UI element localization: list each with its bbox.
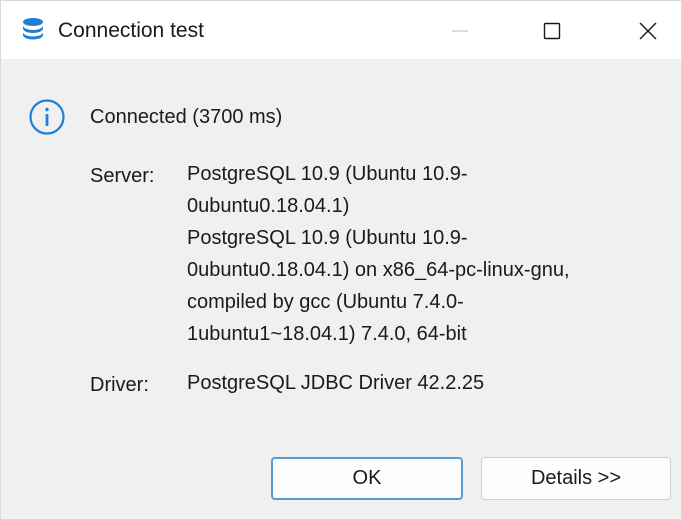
database-icon	[23, 18, 43, 40]
maximize-button[interactable]	[529, 9, 575, 53]
ok-button[interactable]: OK	[271, 457, 463, 500]
minimize-icon	[452, 30, 468, 32]
connection-status-message: Connected (3700 ms)	[90, 106, 283, 128]
details-button[interactable]: Details >>	[481, 457, 671, 500]
server-info-line: PostgreSQL 10.9 (Ubuntu 10.9-	[187, 227, 468, 249]
info-icon	[29, 99, 65, 135]
server-info-line: 0ubuntu0.18.04.1) on x86_64-pc-linux-gnu…	[187, 259, 570, 281]
server-info-line: PostgreSQL 10.9 (Ubuntu 10.9-	[187, 163, 468, 185]
connection-test-dialog: Connection test Connected (3700 ms) Serv…	[0, 0, 682, 520]
server-info-line: 1ubuntu1~18.04.1) 7.4.0, 64-bit	[187, 323, 467, 345]
server-info-line: 0ubuntu0.18.04.1)	[187, 195, 350, 217]
driver-info: PostgreSQL JDBC Driver 42.2.25	[187, 372, 485, 394]
driver-label: Driver:	[90, 374, 149, 396]
window-title: Connection test	[58, 19, 204, 42]
title-bar[interactable]: Connection test	[1, 1, 681, 59]
close-icon	[639, 22, 657, 40]
server-info-line: compiled by gcc (Ubuntu 7.4.0-	[187, 291, 464, 313]
maximize-icon	[543, 22, 561, 40]
close-button[interactable]	[625, 9, 671, 53]
server-info: PostgreSQL 10.9 (Ubuntu 10.9- 0ubuntu0.1…	[187, 158, 570, 350]
server-label: Server:	[90, 165, 155, 187]
minimize-button[interactable]	[437, 9, 483, 53]
